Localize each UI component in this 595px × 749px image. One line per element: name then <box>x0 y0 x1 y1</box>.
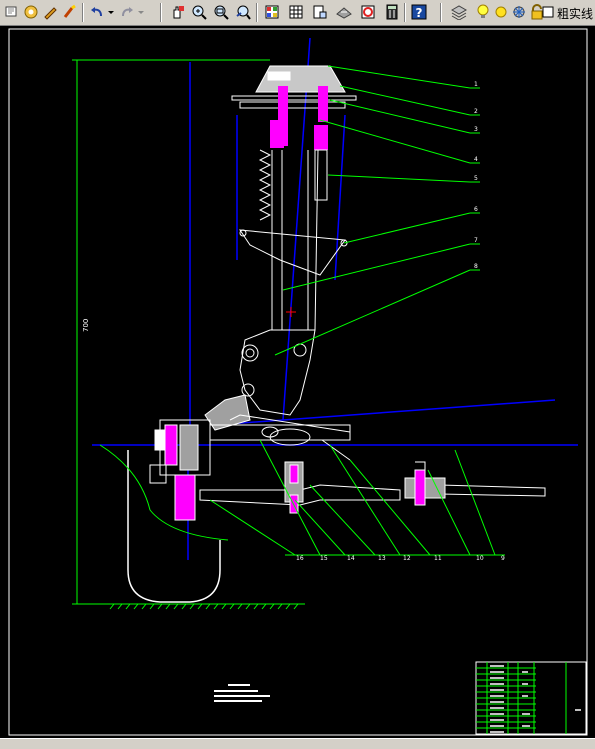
drawing-border <box>8 28 588 736</box>
toolbar-separator <box>160 3 162 22</box>
freeze-icon[interactable] <box>510 3 528 21</box>
callout-4: 4 <box>474 156 478 163</box>
zoom-window-icon[interactable] <box>212 3 230 21</box>
dimension-700: 700 <box>72 59 270 605</box>
ground-line <box>108 603 305 610</box>
toolbar-separator <box>404 3 406 22</box>
callout-10: 10 <box>476 555 484 562</box>
dimension-text: 700 <box>82 319 90 332</box>
svg-text:?: ? <box>416 6 423 20</box>
bulb-icon[interactable] <box>474 3 492 21</box>
zoom-realtime-icon[interactable] <box>190 3 208 21</box>
callout-5: 5 <box>474 175 478 182</box>
markup-icon[interactable] <box>359 3 377 21</box>
undo-dropdown-icon[interactable] <box>106 3 116 21</box>
cad-drawing: 700 1 2 3 4 5 6 7 8 9 10 11 12 13 14 15 … <box>8 28 588 736</box>
callout-12: 12 <box>403 555 411 562</box>
help-icon[interactable]: ? <box>410 3 428 21</box>
tire-inner-line <box>99 444 229 541</box>
drawing-canvas[interactable]: 700 1 2 3 4 5 6 7 8 9 10 11 12 13 14 15 … <box>0 26 595 738</box>
grid-icon[interactable] <box>287 3 305 21</box>
lower-control-arm <box>199 461 546 514</box>
properties-icon[interactable] <box>263 3 281 21</box>
title-block <box>475 661 587 735</box>
callout-8: 8 <box>474 263 478 270</box>
leader-lines <box>209 65 505 556</box>
redo-icon[interactable] <box>118 3 136 21</box>
strut-body <box>239 149 348 331</box>
toolbar-separator <box>440 3 442 22</box>
tire-outline <box>127 450 221 603</box>
ucs-marker <box>286 307 296 317</box>
callout-15: 15 <box>320 555 328 562</box>
toolbar-separator <box>256 3 258 22</box>
pencil-icon[interactable] <box>41 3 59 21</box>
callout-9: 9 <box>501 555 505 562</box>
lineweight-dropdown[interactable]: 粗实线 <box>557 5 593 22</box>
redo-dropdown-icon[interactable] <box>136 3 146 21</box>
technical-notes-block <box>214 684 270 702</box>
wheel-hub <box>149 419 211 521</box>
undo-icon[interactable] <box>88 3 106 21</box>
tool-palette-icon[interactable] <box>335 3 353 21</box>
toolbar-separator <box>82 3 84 22</box>
centerlines <box>92 37 578 560</box>
callout-2: 2 <box>474 108 478 115</box>
callout-6: 6 <box>474 206 478 213</box>
callout-1: 1 <box>474 81 478 88</box>
callout-14: 14 <box>347 555 355 562</box>
color-swatch-icon[interactable] <box>542 3 554 21</box>
callout-7: 7 <box>474 237 478 244</box>
brush-icon[interactable] <box>60 3 78 21</box>
pan-icon[interactable] <box>168 3 186 21</box>
sun-icon[interactable] <box>492 3 510 21</box>
design-center-icon[interactable] <box>311 3 329 21</box>
layers-icon[interactable] <box>450 3 468 21</box>
open-icon[interactable] <box>22 3 40 21</box>
callout-13: 13 <box>378 555 386 562</box>
callout-3: 3 <box>474 126 478 133</box>
callout-11: 11 <box>434 555 442 562</box>
select-icon[interactable] <box>3 3 21 21</box>
coil-spring <box>258 149 272 221</box>
zoom-previous-icon[interactable] <box>234 3 252 21</box>
status-bar <box>0 738 595 749</box>
standard-toolbar: ? 粗实线 <box>0 0 595 26</box>
callout-16: 16 <box>296 555 304 562</box>
calculator-icon[interactable] <box>383 3 401 21</box>
